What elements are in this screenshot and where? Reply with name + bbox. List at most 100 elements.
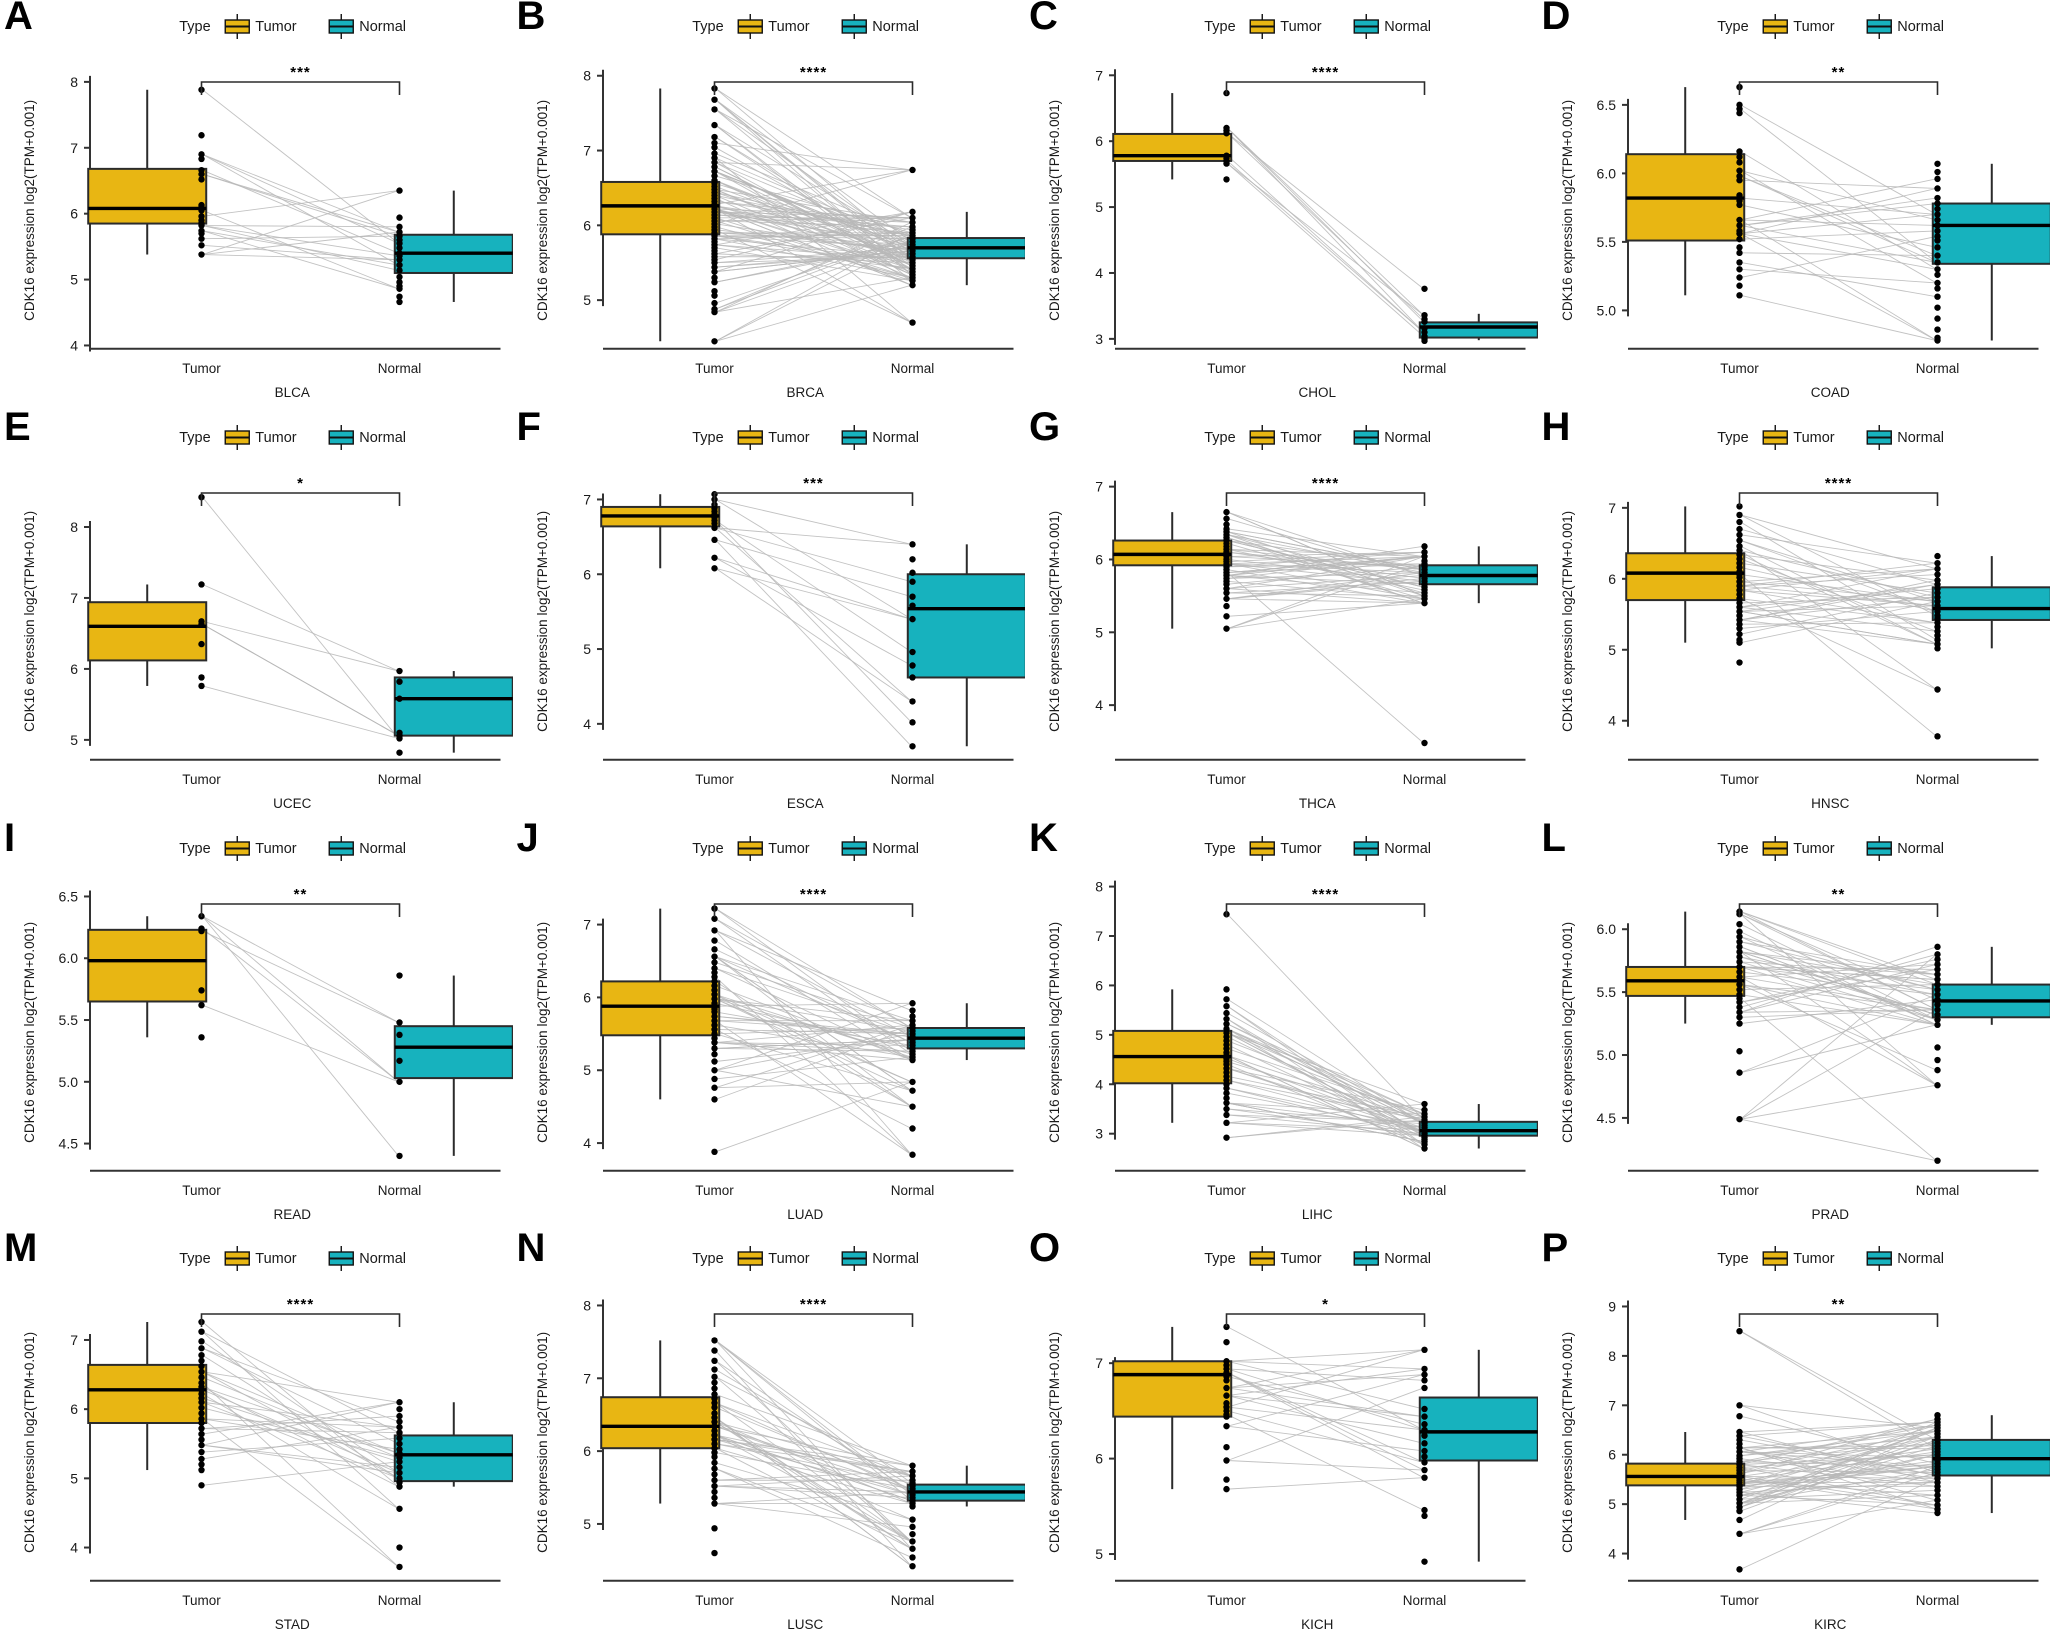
- data-points-tumor: [1223, 910, 1230, 1141]
- legend-key-normal[interactable]: Normal: [328, 835, 406, 861]
- legend-key-tumor[interactable]: Tumor: [737, 14, 810, 39]
- box-normal: [393, 190, 513, 302]
- y-tick-label: 7: [583, 1371, 591, 1387]
- panel-thca: G Type Tumor Normal 4 5 6 7 CDK16 expression log…: [1025, 407, 1538, 822]
- legend-key-tumor[interactable]: Tumor: [737, 424, 810, 450]
- legend-key-tumor[interactable]: Tumor: [1762, 835, 1835, 861]
- legend-key-tumor[interactable]: Tumor: [224, 424, 297, 450]
- legend-key-normal[interactable]: Normal: [328, 14, 406, 39]
- y-tick-label: 5.0: [1596, 1047, 1616, 1063]
- paired-link-lines: [714, 498, 912, 747]
- data-points-normal: [1933, 1412, 1941, 1517]
- data-points-normal: [1933, 552, 1941, 740]
- x-tick-label-normal: Normal: [890, 1593, 934, 1608]
- box-tumor: [1112, 511, 1233, 629]
- legend-key-normal[interactable]: Normal: [1353, 424, 1431, 450]
- legend-title: Type: [692, 841, 723, 857]
- legend-label: Tumor: [255, 1251, 297, 1267]
- legend-label: Tumor: [255, 841, 297, 857]
- boxplot-esca: Type Tumor Normal 4 5 6 7 CDK16 expression log2…: [535, 424, 1025, 811]
- x-tick-label-normal: Normal: [890, 1182, 934, 1197]
- y-tick-label: 6: [583, 1443, 591, 1459]
- box-tumor: [1624, 1432, 1745, 1521]
- y-axis-label: CDK16 expression log2(TPM+0.001): [22, 511, 37, 732]
- legend-key-tumor[interactable]: Tumor: [1762, 1246, 1835, 1272]
- panel-letter: E: [4, 404, 31, 449]
- legend-label: Tumor: [255, 430, 297, 446]
- y-tick-label: 6: [1608, 1447, 1616, 1463]
- paired-link-lines: [1739, 514, 1937, 737]
- legend-key-normal[interactable]: Normal: [1353, 1246, 1431, 1272]
- y-axis-label: CDK16 expression log2(TPM+0.001): [1047, 511, 1062, 732]
- x-tick-label-tumor: Tumor: [182, 361, 221, 376]
- panel-chol: C Type Tumor Normal 3 4 5 6 7 CDK16 expression lo…: [1025, 0, 1538, 411]
- panel-prad: L Type Tumor Normal 4.5 5.0 5.5 6.0 CDK16 expres…: [1538, 818, 2050, 1233]
- legend: Type Tumor Normal: [692, 835, 919, 861]
- significance-label: ****: [287, 1296, 314, 1313]
- significance-bracket: *: [1225, 1296, 1426, 1328]
- x-axis-label: LUSC: [787, 1617, 823, 1632]
- legend-key-tumor[interactable]: Tumor: [224, 835, 297, 861]
- legend-key-normal[interactable]: Normal: [1866, 1246, 1944, 1272]
- legend-label: Tumor: [768, 841, 810, 857]
- legend-key-tumor[interactable]: Tumor: [1762, 14, 1835, 39]
- legend-label: Normal: [1384, 430, 1431, 446]
- legend-key-normal[interactable]: Normal: [841, 14, 919, 39]
- x-tick-label-tumor: Tumor: [695, 1593, 734, 1608]
- paired-link-lines: [1739, 910, 1937, 1161]
- paired-link-lines: [1227, 1326, 1424, 1511]
- data-points-normal: [396, 187, 403, 306]
- legend-key-normal[interactable]: Normal: [841, 1246, 919, 1272]
- x-tick-label-normal: Normal: [1915, 1593, 1959, 1608]
- legend-key-normal[interactable]: Normal: [1866, 14, 1944, 39]
- box-normal: [1418, 1350, 1538, 1562]
- legend-title: Type: [179, 841, 210, 857]
- significance-label: ****: [1312, 886, 1339, 903]
- legend-label: Normal: [1897, 430, 1944, 446]
- legend-key-tumor[interactable]: Tumor: [1249, 14, 1322, 39]
- y-axis-label: CDK16 expression log2(TPM+0.001): [22, 1332, 37, 1553]
- legend-key-normal[interactable]: Normal: [328, 424, 406, 450]
- legend-title: Type: [1717, 1251, 1748, 1267]
- y-tick-label: 4: [70, 337, 78, 353]
- y-tick-label: 7: [1095, 928, 1103, 944]
- legend-key-normal[interactable]: Normal: [841, 424, 919, 450]
- box-tumor: [1112, 988, 1233, 1123]
- legend-key-normal[interactable]: Normal: [1353, 835, 1431, 861]
- significance-label: **: [1831, 64, 1845, 81]
- legend-key-tumor[interactable]: Tumor: [1249, 1246, 1322, 1272]
- y-tick-label: 5: [1608, 1496, 1616, 1512]
- legend-key-tumor[interactable]: Tumor: [1249, 424, 1322, 450]
- y-axis-label: CDK16 expression log2(TPM+0.001): [1560, 921, 1575, 1142]
- legend-key-normal[interactable]: Normal: [1866, 835, 1944, 861]
- legend-title: Type: [1717, 430, 1748, 446]
- legend: Type Tumor Normal: [692, 1246, 919, 1272]
- legend-key-tumor[interactable]: Tumor: [1249, 835, 1322, 861]
- legend-key-tumor[interactable]: Tumor: [224, 14, 297, 39]
- legend-label: Normal: [1384, 841, 1431, 857]
- y-tick-label: 8: [583, 1298, 591, 1314]
- significance-label: ****: [1312, 64, 1339, 81]
- y-tick-label: 6: [70, 206, 78, 222]
- y-tick-label: 4: [1095, 265, 1103, 281]
- boxplot-kirc: Type Tumor Normal 4 5 6 7 8 9 CDK16 expression lo…: [1560, 1246, 2050, 1632]
- legend-title: Type: [1204, 430, 1235, 446]
- panel-blca: A Type Tumor Normal 4 5 6 7 8 CDK16 expression lo…: [0, 0, 513, 411]
- legend-key-tumor[interactable]: Tumor: [1762, 424, 1835, 450]
- legend: Type Tumor Normal: [1717, 424, 1944, 450]
- panel-letter: G: [1029, 404, 1060, 449]
- legend-key-tumor[interactable]: Tumor: [224, 1246, 297, 1272]
- legend-key-normal[interactable]: Normal: [328, 1246, 406, 1272]
- significance-bracket: ***: [200, 64, 401, 95]
- legend-key-normal[interactable]: Normal: [1866, 424, 1944, 450]
- significance-bracket: ****: [713, 64, 913, 95]
- legend: Type Tumor Normal: [179, 1246, 406, 1272]
- data-points-normal: [1421, 542, 1428, 746]
- significance-label: ****: [799, 64, 826, 81]
- y-tick-label: 9: [1608, 1299, 1616, 1315]
- legend-key-normal[interactable]: Normal: [1353, 14, 1431, 39]
- legend-key-tumor[interactable]: Tumor: [737, 835, 810, 861]
- panel-letter: D: [1541, 0, 1571, 38]
- legend-key-normal[interactable]: Normal: [841, 835, 919, 861]
- legend-key-tumor[interactable]: Tumor: [737, 1246, 810, 1272]
